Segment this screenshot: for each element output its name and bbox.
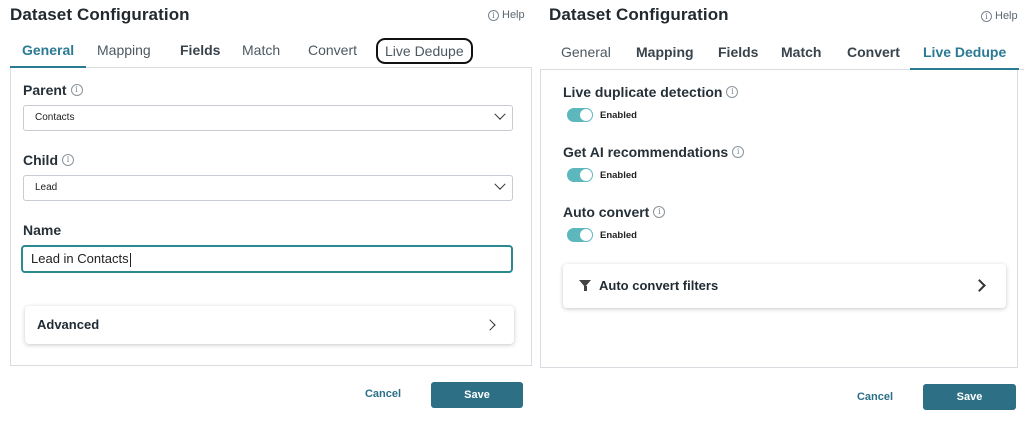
ai-rec-label-text: Get AI recommendations — [563, 144, 729, 160]
tab-general[interactable]: General — [10, 36, 87, 68]
tab-match[interactable]: Match — [781, 38, 821, 70]
dialog-header: Dataset Configuration i Help — [0, 0, 532, 32]
tab-mapping[interactable]: Mapping — [636, 38, 694, 70]
child-label: Child i — [23, 152, 74, 168]
auto-convert-label-text: Auto convert — [563, 204, 650, 220]
left-panel: Dataset Configuration i Help General Map… — [0, 0, 532, 422]
parent-select[interactable]: Contacts — [23, 105, 513, 131]
tab-live-dedupe[interactable]: Live Dedupe — [910, 38, 1020, 70]
toggle-knob — [580, 109, 592, 121]
name-label-text: Name — [23, 222, 62, 238]
dialog-title: Dataset Configuration — [549, 5, 729, 24]
live-dup-label-text: Live duplicate detection — [563, 84, 723, 100]
live-dup-label: Live duplicate detection i — [563, 84, 739, 100]
name-input-value: Lead in Contacts — [31, 251, 129, 266]
child-label-text: Child — [23, 152, 58, 168]
info-icon[interactable]: i — [62, 154, 74, 166]
tab-convert[interactable]: Convert — [308, 36, 357, 68]
live-dup-toggle-row: Enabled — [567, 108, 637, 122]
auto-convert-state: Enabled — [600, 229, 637, 241]
toggle-knob — [580, 229, 592, 241]
tab-convert[interactable]: Convert — [847, 38, 900, 70]
live-dup-state: Enabled — [600, 109, 637, 121]
dialog-title: Dataset Configuration — [10, 5, 190, 24]
child-select[interactable]: Lead — [23, 175, 513, 201]
tab-fields[interactable]: Fields — [718, 38, 758, 70]
tab-live-dedupe[interactable]: Live Dedupe — [376, 38, 473, 64]
chevron-right-icon — [973, 279, 986, 292]
general-form: Parent i Contacts Child i Lead Name Lead… — [10, 68, 532, 366]
info-icon: i — [981, 10, 992, 22]
parent-label: Parent i — [23, 82, 83, 98]
name-input[interactable]: Lead in Contacts — [21, 245, 513, 273]
chevron-down-icon — [494, 108, 506, 120]
ai-rec-state: Enabled — [600, 169, 637, 181]
parent-label-text: Parent — [23, 82, 67, 98]
tab-mapping[interactable]: Mapping — [97, 36, 151, 68]
info-icon: i — [488, 9, 499, 21]
filter-icon — [579, 280, 591, 291]
toggle-knob — [580, 169, 592, 181]
name-label: Name — [23, 222, 61, 238]
auto-convert-filters-section[interactable]: Auto convert filters — [563, 264, 1006, 308]
advanced-label: Advanced — [37, 317, 100, 332]
tab-general[interactable]: General — [561, 38, 611, 70]
ai-rec-toggle[interactable] — [567, 168, 593, 182]
auto-convert-label: Auto convert i — [563, 204, 666, 220]
live-dup-toggle[interactable] — [567, 108, 593, 122]
chevron-down-icon — [494, 178, 506, 190]
info-icon[interactable]: i — [653, 206, 666, 218]
right-panel: Dataset Configuration i Help General Map… — [540, 0, 1024, 422]
cancel-button[interactable]: Cancel — [848, 391, 902, 403]
text-caret — [129, 252, 131, 267]
parent-select-value: Contacts — [35, 112, 75, 123]
auto-convert-toggle-row: Enabled — [567, 228, 637, 242]
help-link[interactable]: i Help — [488, 9, 525, 21]
auto-convert-toggle[interactable] — [567, 228, 593, 242]
help-link[interactable]: i Help — [981, 10, 1018, 22]
ai-rec-label: Get AI recommendations i — [563, 144, 745, 160]
info-icon[interactable]: i — [70, 84, 83, 96]
cancel-button[interactable]: Cancel — [356, 388, 410, 400]
child-select-value: Lead — [35, 182, 58, 193]
save-button[interactable]: Save — [431, 382, 523, 408]
help-label: Help — [995, 10, 1018, 22]
dialog-header: Dataset Configuration i Help — [540, 0, 1024, 32]
save-button[interactable]: Save — [923, 384, 1016, 410]
help-label: Help — [502, 9, 525, 21]
info-icon[interactable]: i — [726, 86, 739, 98]
filters-label: Auto convert filters — [599, 278, 719, 293]
info-icon[interactable]: i — [732, 146, 745, 158]
tab-match[interactable]: Match — [242, 36, 280, 68]
advanced-section[interactable]: Advanced — [25, 306, 514, 344]
tab-fields[interactable]: Fields — [180, 36, 220, 68]
chevron-right-icon — [484, 319, 496, 331]
live-dedupe-form: Live duplicate detection i Enabled Get A… — [540, 70, 1018, 368]
ai-rec-toggle-row: Enabled — [567, 168, 637, 182]
tab-bar: General Mapping Fields Match Convert Liv… — [540, 38, 1024, 70]
tab-bar: General Mapping Fields Match Convert Liv… — [10, 36, 532, 68]
